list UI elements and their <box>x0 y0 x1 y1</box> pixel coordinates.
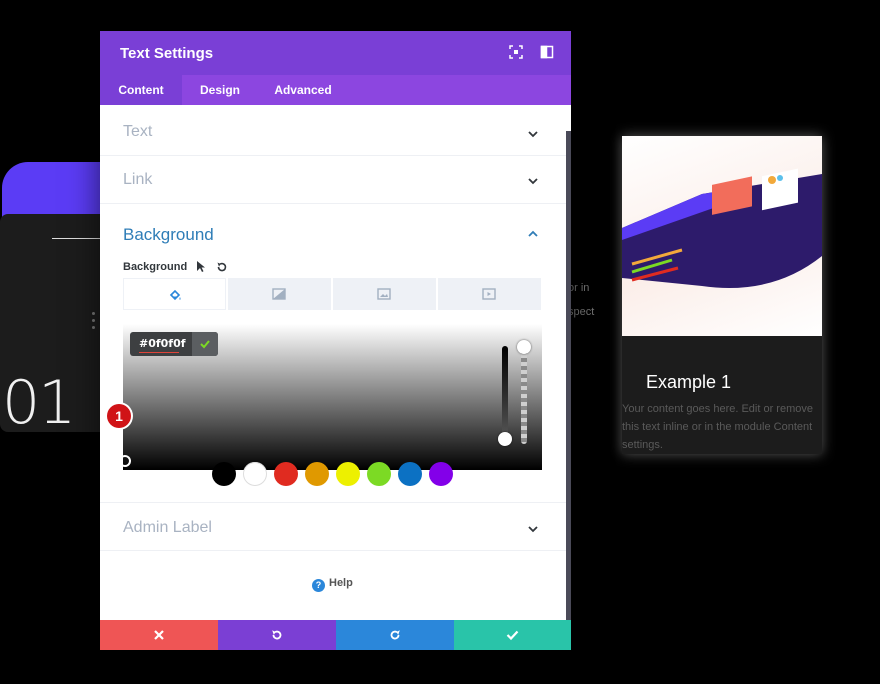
background-gradient-tab[interactable] <box>228 278 331 310</box>
section-text[interactable]: Text <box>100 105 566 156</box>
split-view-icon[interactable] <box>540 45 554 59</box>
spellcheck-underline <box>139 352 179 353</box>
drag-handle-dots <box>92 312 96 333</box>
background-text-snippet-1: or in <box>568 282 590 294</box>
undo-button[interactable] <box>218 620 336 650</box>
video-icon <box>482 288 496 300</box>
image-icon <box>377 288 391 300</box>
color-fill-icon <box>169 289 181 301</box>
section-admin-label-label: Admin Label <box>123 519 212 536</box>
redo-button[interactable] <box>336 620 454 650</box>
shade-slider-handle[interactable] <box>498 432 512 446</box>
text-settings-modal: Text Settings Content Design Advanced Te… <box>100 31 571 650</box>
close-icon <box>154 630 164 640</box>
background-video-tab[interactable] <box>438 278 541 310</box>
tab-advanced[interactable]: Advanced <box>258 75 348 105</box>
modal-body: Text Link Background Background #0f0f0f … <box>100 105 571 620</box>
background-big-number: 01 <box>2 368 76 438</box>
example-card-body: Your content goes here. Edit or remove t… <box>622 403 813 451</box>
example-card-title: Example 1 <box>646 372 732 392</box>
swatch-yellow[interactable] <box>336 462 360 486</box>
chevron-down-icon <box>526 174 540 188</box>
modal-scrollbar[interactable] <box>566 131 571 621</box>
chevron-down-icon <box>526 127 540 141</box>
gradient-icon <box>272 288 286 300</box>
background-field-label: Background <box>123 261 188 273</box>
help-link[interactable]: ? Help <box>312 577 353 592</box>
checkmark-icon <box>506 630 519 641</box>
shade-slider[interactable] <box>502 346 508 438</box>
background-type-tabs <box>123 278 542 310</box>
hex-input[interactable]: #0f0f0f <box>130 332 218 356</box>
background-color-tab[interactable] <box>123 278 226 310</box>
tab-content[interactable]: Content <box>100 75 182 105</box>
section-background-label[interactable]: Background <box>123 225 214 245</box>
section-link-label: Link <box>123 171 153 188</box>
modal-header: Text Settings <box>100 31 571 75</box>
checkmark-icon <box>200 340 210 349</box>
hex-value: #0f0f0f <box>139 337 186 350</box>
swatch-black[interactable] <box>212 462 236 486</box>
opacity-slider[interactable] <box>521 346 527 444</box>
cancel-button[interactable] <box>100 620 218 650</box>
help-icon: ? <box>312 579 325 592</box>
opacity-slider-handle[interactable] <box>517 340 531 354</box>
redo-icon <box>390 630 400 640</box>
apply-color-button[interactable] <box>192 332 218 356</box>
example-card-image <box>622 136 822 336</box>
help-label: Help <box>329 577 353 589</box>
background-text-snippet-2: spect <box>568 306 595 318</box>
reset-icon[interactable] <box>216 260 228 278</box>
color-picker-cursor[interactable] <box>119 455 131 467</box>
cursor-pointer-icon[interactable] <box>196 260 206 278</box>
swatch-blue[interactable] <box>398 462 422 486</box>
background-image-tab[interactable] <box>333 278 436 310</box>
focus-icon[interactable] <box>509 45 523 59</box>
chevron-down-icon <box>526 522 540 536</box>
swatch-purple[interactable] <box>429 462 453 486</box>
swatch-orange[interactable] <box>305 462 329 486</box>
section-admin-label[interactable]: Admin Label <box>100 502 566 551</box>
example-card[interactable]: Example 1 Your content goes here. Edit o… <box>622 136 822 454</box>
color-picker[interactable]: #0f0f0f <box>119 324 542 470</box>
chevron-up-icon[interactable] <box>526 227 540 241</box>
step-marker-badge: 1 <box>107 404 131 428</box>
section-link[interactable]: Link <box>100 156 566 204</box>
tab-design[interactable]: Design <box>182 75 258 105</box>
swatch-white[interactable] <box>243 462 267 486</box>
save-button[interactable] <box>454 620 571 650</box>
section-text-label: Text <box>123 123 153 140</box>
undo-icon <box>272 630 282 640</box>
modal-tabs: Content Design Advanced <box>100 75 571 105</box>
swatch-green[interactable] <box>367 462 391 486</box>
modal-title: Text Settings <box>120 45 214 62</box>
swatch-red[interactable] <box>274 462 298 486</box>
